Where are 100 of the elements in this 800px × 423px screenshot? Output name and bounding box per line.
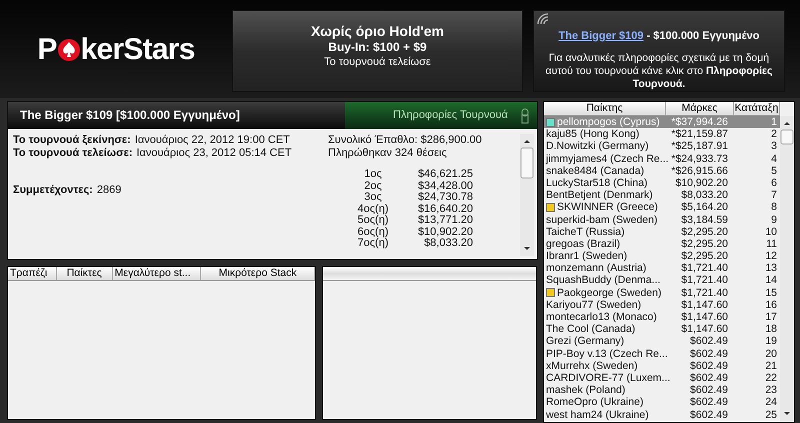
tournament-status: Το τουρνουά τελείωσε xyxy=(324,55,431,70)
player-chips: *$37,994.26 xyxy=(666,116,728,128)
player-rank: 16 xyxy=(764,298,778,311)
player-name: The Cool (Canada) xyxy=(546,323,636,336)
info-text: Για αναλυτικές πληροφορίες σχετικά με τη δομή αυτού του τουρνουά κάνε κλικ στο Πληροφορίες Τουρνουά. xyxy=(544,52,774,91)
player-chips: $602.49 xyxy=(666,348,728,360)
player-name: mashek (Poland) xyxy=(546,384,626,396)
player-rank: 1 xyxy=(770,116,778,128)
player-row[interactable]: superkid-bam (Sweden) $3,184.59 9 xyxy=(544,214,780,226)
player-name: TaicheT (Russia) xyxy=(546,226,625,238)
payout-place: 5ος(η) xyxy=(356,215,390,226)
tournament-info-tab[interactable]: Πληροφορίες Τουρνουά xyxy=(345,102,537,129)
player-row[interactable]: jimmyjames4 (Czech Re... *$24,933.73 4 xyxy=(544,152,780,165)
player-row[interactable]: monzemann (Austria) $1,721.40 13 xyxy=(544,262,780,274)
player-row[interactable]: snake8484 (Canada) *$26,915.66 5 xyxy=(544,164,780,177)
signal-icon xyxy=(537,13,551,25)
player-rank: 13 xyxy=(764,262,778,274)
player-name: superkid-bam (Sweden) xyxy=(546,214,658,226)
player-chips: $1,721.40 xyxy=(666,262,728,274)
player-name: xMurrehx (Sweden) xyxy=(546,360,638,372)
player-chips: $602.49 xyxy=(666,408,728,421)
payout-amount: $13,771.20 xyxy=(416,215,473,226)
player-name: LuckyStar518 (China) xyxy=(546,176,648,190)
spade-icon xyxy=(56,38,81,62)
player-row[interactable]: gregoas (Brazil) $2,295.20 11 xyxy=(544,238,780,250)
player-rank: 17 xyxy=(764,311,778,324)
player-name: BentBetjent (Denmark) xyxy=(546,189,653,202)
player-rank: 22 xyxy=(764,372,778,384)
payout-place: 4ος(η) xyxy=(356,204,390,215)
player-rank: 4 xyxy=(770,152,778,165)
player-row[interactable]: RomeOpro (Ukraine) $602.49 24 xyxy=(544,396,780,408)
player-name: SKWINNER (Greece) xyxy=(557,201,658,214)
player-row[interactable]: PIP-Boy v.13 (Czech Re... $602.49 20 xyxy=(544,348,780,360)
player-row[interactable]: SKWINNER (Greece) $5,164.20 8 xyxy=(544,201,780,214)
player-row[interactable]: mashek (Poland) $602.49 23 xyxy=(544,384,780,396)
player-chips: *$21,159.87 xyxy=(666,128,728,140)
player-row[interactable]: west ham24 (Ukraine) $602.49 25 xyxy=(544,408,780,421)
player-chips: $1,721.40 xyxy=(666,286,728,299)
player-name: jimmyjames4 (Czech Re... xyxy=(546,152,669,165)
player-chips: *$26,915.66 xyxy=(666,164,728,177)
player-rank: 24 xyxy=(764,396,778,408)
detail-label: Το τουρνουά τελείωσε: xyxy=(13,147,132,160)
player-name: pellompogos (Cyprus) xyxy=(557,116,660,128)
player-row[interactable]: SquashBuddy (Denma... $1,721.40 14 xyxy=(544,274,780,287)
player-name: Grezi (Germany) xyxy=(546,335,624,348)
column-header[interactable]: Μικρότερο Stack xyxy=(201,267,315,280)
payout-amount: $8,033.20 xyxy=(423,238,473,250)
column-header[interactable]: Παίκτες xyxy=(56,267,113,280)
player-rank: 5 xyxy=(770,164,778,177)
column-header[interactable]: Τραπέζι xyxy=(8,267,57,280)
prize-pool: Συνολικό Έπαθλο: $286,900.00 xyxy=(328,134,483,147)
player-chips: $2,295.20 xyxy=(666,238,728,250)
column-header[interactable]: Μεγαλύτερο st... xyxy=(112,267,202,280)
player-row[interactable]: CARDIVORE-77 (Luxem... $602.49 22 xyxy=(544,372,780,384)
player-name: Ibranr1 (Sweden) xyxy=(546,250,628,262)
player-chips: $2,295.20 xyxy=(666,226,728,238)
player-row[interactable]: BentBetjent (Denmark) $8,033.20 7 xyxy=(544,189,780,202)
player-chips: $602.49 xyxy=(666,360,728,372)
column-header[interactable]: Μάρκες xyxy=(666,102,734,115)
player-row[interactable]: Paokgeorge (Sweden) $1,721.40 15 xyxy=(544,286,780,299)
scrollbar[interactable] xyxy=(520,134,534,256)
player-chips: $1,147.60 xyxy=(666,323,728,336)
player-row[interactable]: D.Nowitzki (Germany) *$25,187.91 3 xyxy=(544,140,780,153)
player-name: CARDIVORE-77 (Luxem... xyxy=(546,372,670,384)
player-row[interactable]: kaju85 (Hong Kong) *$21,159.87 2 xyxy=(544,128,780,140)
player-row[interactable]: TaicheT (Russia) $2,295.20 10 xyxy=(544,226,780,238)
player-rank: 8 xyxy=(770,201,778,214)
tournament-title: The Bigger $109 [$100.000 Εγγυημένο] xyxy=(19,107,241,124)
player-rank: 2 xyxy=(770,128,778,140)
player-chips: $602.49 xyxy=(666,396,728,408)
player-row[interactable]: LuckyStar518 (China) $10,902.20 6 xyxy=(544,176,780,190)
player-rank: 12 xyxy=(764,250,778,262)
payout-place: 1ος xyxy=(363,169,383,180)
payout-place: 3ος xyxy=(363,192,383,204)
player-rank: 9 xyxy=(770,214,778,226)
player-rank: 6 xyxy=(770,176,778,190)
player-row[interactable]: montecarlo13 (Monaco) $1,147.60 17 xyxy=(544,311,780,324)
player-row[interactable]: Kariyou77 (Sweden) $1,147.60 16 xyxy=(544,298,780,311)
scrollbar[interactable] xyxy=(780,116,794,422)
column-header[interactable]: Παίκτης xyxy=(544,102,666,115)
player-name: D.Nowitzki (Germany) xyxy=(546,140,649,153)
player-row[interactable]: xMurrehx (Sweden) $602.49 21 xyxy=(544,360,780,372)
detail-value: Ιανουάριος 22, 2012 19:00 CET xyxy=(134,134,290,147)
player-chips: $10,902.20 xyxy=(666,176,728,190)
player-rank: 23 xyxy=(764,384,778,396)
player-row[interactable]: The Cool (Canada) $1,147.60 18 xyxy=(544,323,780,336)
player-name: monzemann (Austria) xyxy=(546,262,646,274)
player-rank: 11 xyxy=(765,238,778,250)
player-name: SquashBuddy (Denma... xyxy=(546,274,660,287)
player-rank: 21 xyxy=(764,360,778,372)
player-name: Kariyou77 (Sweden) xyxy=(546,298,642,312)
tournament-link[interactable]: The Bigger $109 xyxy=(558,29,644,43)
player-row[interactable]: Grezi (Germany) $602.49 19 xyxy=(544,335,780,348)
player-row[interactable]: Ibranr1 (Sweden) $2,295.20 12 xyxy=(544,250,780,262)
payout-amount: $16,640.20 xyxy=(416,204,473,214)
column-header[interactable]: Κατάταξη xyxy=(734,102,780,115)
player-name: Paokgeorge (Sweden) xyxy=(557,286,662,299)
entrants-value: 2869 xyxy=(96,184,122,197)
player-rank: 18 xyxy=(764,323,778,336)
player-chips: $1,147.60 xyxy=(666,298,728,311)
